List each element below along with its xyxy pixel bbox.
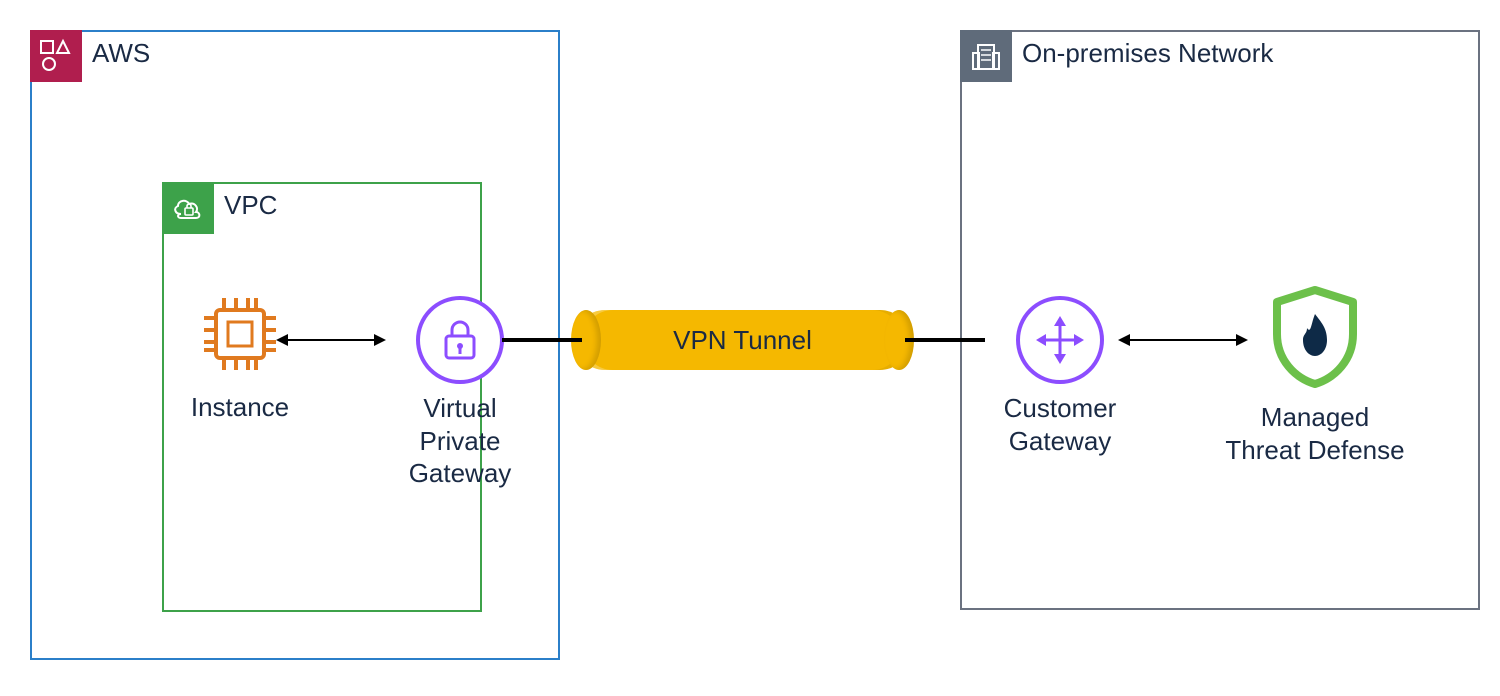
vpc-label: VPC	[224, 190, 277, 221]
four-arrow-icon	[1016, 296, 1104, 384]
vpg-node: Virtual Private Gateway	[380, 296, 540, 490]
cgw-label: Customer Gateway	[970, 392, 1150, 457]
lock-icon	[416, 296, 504, 384]
mtd-label: Managed Threat Defense	[1200, 401, 1430, 466]
building-icon	[969, 39, 1003, 73]
mtd-node: Managed Threat Defense	[1200, 284, 1430, 466]
vpg-label: Virtual Private Gateway	[380, 392, 540, 490]
aws-badge	[30, 30, 82, 82]
shield-flame-icon	[1265, 284, 1365, 388]
diagram-canvas: AWS VPC On-premises N	[0, 0, 1500, 696]
onprem-label: On-premises Network	[1022, 38, 1273, 69]
instance-chip-icon	[196, 290, 284, 378]
instance-label: Instance	[170, 391, 310, 424]
aws-shapes-icon	[38, 38, 74, 74]
cgw-node: Customer Gateway	[970, 296, 1150, 457]
cloud-lock-icon	[170, 194, 206, 222]
arrow-instance-vpg	[276, 330, 386, 350]
line-tunnel-cgw	[905, 338, 985, 342]
instance-node: Instance	[170, 290, 310, 424]
arrow-cgw-mtd	[1118, 330, 1248, 350]
onprem-badge	[960, 30, 1012, 82]
vpc-badge	[162, 182, 214, 234]
line-vpg-tunnel	[502, 338, 582, 342]
vpn-tunnel-label: VPN Tunnel	[575, 310, 910, 370]
aws-label: AWS	[92, 38, 150, 69]
